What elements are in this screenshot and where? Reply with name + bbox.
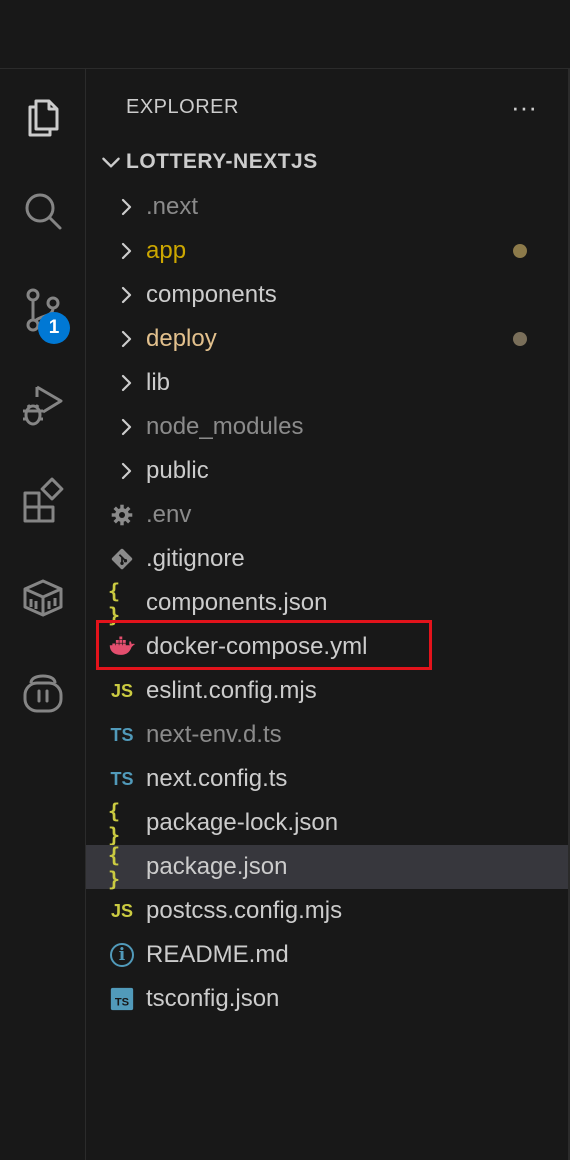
tree-file-readme-md[interactable]: i README.md [86,933,568,977]
tree-file-package-json[interactable]: { } package.json [86,843,568,891]
tree-item-label: tsconfig.json [146,985,280,1012]
tree-item-label: components [146,281,277,308]
json-icon: { } [108,843,120,891]
extensions-icon [23,477,63,523]
tree-file-gitignore[interactable]: .gitignore [86,537,568,581]
tree-item-label: next.config.ts [146,765,288,792]
file-tree: .next app components deploy lib node_modulesp… [86,185,568,1021]
chevron-down-icon [102,157,120,168]
tree-item-label: components.json [146,589,328,616]
tree-item-label: README.md [146,941,289,968]
files-icon [28,99,58,137]
chevron-right-icon [121,418,132,436]
title-bar [0,0,570,69]
tree-folder-next[interactable]: .next [86,185,568,229]
json-icon: { } [108,579,120,627]
extensions-activity-button[interactable] [0,461,85,541]
tree-item-label: eslint.config.mjs [146,677,317,704]
chevron-right-icon [121,462,132,480]
tree-item-label: node_modules [146,413,304,440]
explorer-sidebar: EXPLORER ··· LOTTERY-NEXTJS .next app comp… [86,69,568,1160]
tree-item-label: package.json [146,853,288,880]
tree-file-package-lock-json[interactable]: { } package-lock.json [86,799,568,847]
source-control-activity-button[interactable]: 1 [0,269,85,349]
remote-explorer-activity-button[interactable] [0,557,85,637]
git-icon [108,545,136,573]
tsconfig-icon: TS [108,985,136,1013]
run-debug-activity-button[interactable] [0,365,85,445]
tree-item-label: app [146,237,187,264]
tree-item-label: .next [146,193,199,220]
tree-folder-public[interactable]: public [86,449,568,493]
search-activity-button[interactable] [0,171,85,251]
js-icon: JS [110,680,134,701]
tree-item-label: package-lock.json [146,809,339,836]
tree-item-label: deploy [146,325,217,352]
highlight-box [96,620,432,670]
chevron-right-icon [121,242,132,260]
chevron-right-icon [121,286,132,304]
run-debug-icon [22,385,62,426]
svg-text:TS: TS [115,997,129,1009]
modified-indicator-dot [513,332,527,346]
tree-file-postcss-config-mjs[interactable]: JS postcss.config.mjs [86,889,568,933]
tree-file-eslint-config-mjs[interactable]: JS eslint.config.mjs [86,669,568,713]
copilot-activity-button[interactable] [0,653,85,733]
tree-file-docker-compose-yml[interactable]: docker-compose.yml [86,620,568,670]
tree-file-env[interactable]: .env [86,493,568,537]
tree-file-components-json[interactable]: { } components.json [86,579,568,627]
more-actions-button[interactable]: ··· [504,89,544,125]
tree-folder-app[interactable]: app [86,229,568,273]
explorer-title: EXPLORER [126,95,239,118]
info-icon: i [108,941,136,969]
tree-item-label: next-env.d.ts [146,721,282,748]
tree-folder-deploy[interactable]: deploy [86,317,568,361]
modified-indicator-dot [513,244,527,258]
tree-item-label: public [146,457,209,484]
project-folder-header[interactable]: LOTTERY-NEXTJS [86,141,568,183]
tree-item-label: lib [146,369,171,396]
explorer-header: EXPLORER [126,89,568,125]
tree-folder-components[interactable]: components [86,273,568,317]
explorer-activity-button[interactable] [0,77,85,157]
tree-folder-lib[interactable]: lib [86,361,568,405]
tree-file-next-config-ts[interactable]: TS next.config.ts [86,757,568,801]
ts-icon: TS [110,768,134,789]
js-icon: JS [110,900,134,921]
activity-bar: 1 [0,69,86,1160]
source-control-badge: 1 [38,312,70,344]
remote-explorer-icon [23,579,62,617]
ts-icon: TS [110,724,134,745]
chevron-right-icon [121,330,132,348]
json-icon: { } [108,799,120,847]
tree-item-label: .env [146,501,192,528]
tree-folder-node-modules[interactable]: node_modules [86,405,568,449]
tree-file-next-env-d-ts[interactable]: TS next-env.d.ts [86,713,568,757]
copilot-icon [23,674,62,713]
project-name: LOTTERY-NEXTJS [126,150,318,173]
search-icon [25,193,61,230]
chevron-right-icon [121,198,132,216]
tree-item-label: postcss.config.mjs [146,897,343,924]
tree-item-label: .gitignore [146,545,245,572]
gear-icon [108,501,136,529]
tree-file-tsconfig-json[interactable]: TS tsconfig.json [86,977,568,1021]
chevron-right-icon [121,374,132,392]
